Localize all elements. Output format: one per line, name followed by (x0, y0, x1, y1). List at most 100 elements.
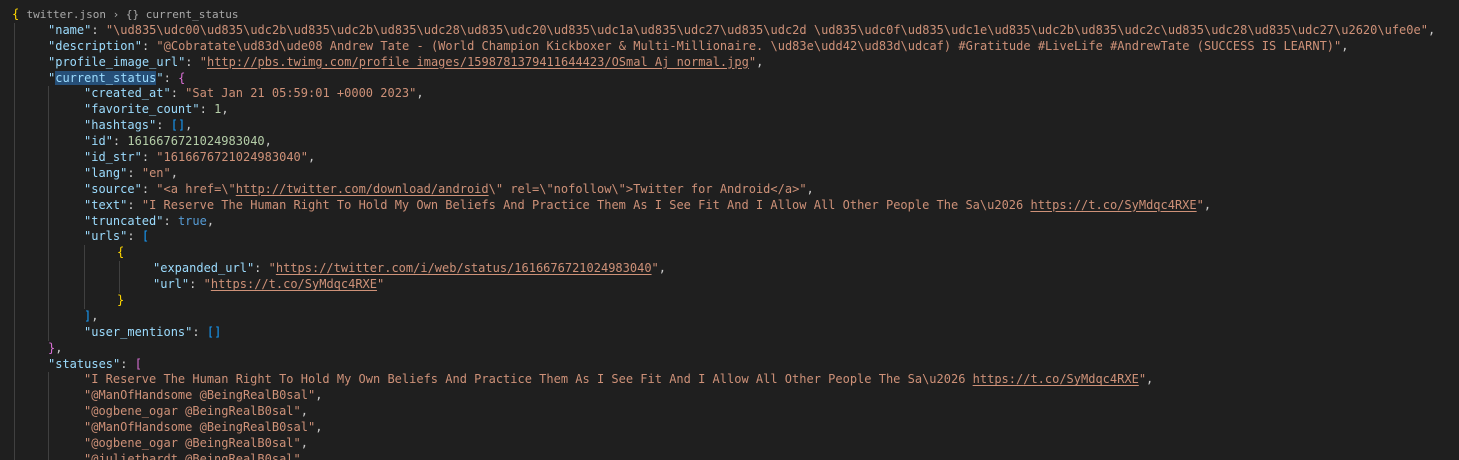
code-line[interactable]: ], (0, 308, 1459, 325)
code-line[interactable]: "@juliethardt @BeingRealB0sal", (0, 451, 1459, 460)
indent-guide (14, 70, 15, 87)
code-line[interactable]: "I Reserve The Human Right To Hold My Ow… (0, 372, 1459, 389)
json-key: id (91, 134, 106, 149)
indent-guide (84, 245, 85, 262)
indent-guide (14, 404, 15, 421)
code-line[interactable]: "description": "@Cobratate\ud83d\ude08 A… (0, 38, 1459, 55)
bracket-open: [ (134, 356, 142, 371)
code-line[interactable]: "url": "https://t.co/SyMdqc4RXE" (0, 277, 1459, 294)
indent-guide (48, 213, 49, 230)
status-item: I Reserve The Human Right To Hold My Own… (91, 372, 973, 387)
code-line[interactable]: { (0, 245, 1459, 262)
json-value: Sat Jan 21 05:59:01 +0000 2023 (192, 86, 410, 101)
indent-guide (14, 86, 15, 103)
url-link[interactable]: http://pbs.twimg.com/profile_images/1598… (207, 55, 749, 69)
indent-guide (48, 451, 49, 460)
code-lines[interactable]: { "name": "\ud835\udc00\ud835\udc2b\ud83… (0, 7, 1459, 460)
code-line[interactable]: "urls": [ (0, 229, 1459, 246)
json-key: user_mentions (91, 324, 186, 339)
url-link[interactable]: https://twitter.com/i/web/status/1616676… (276, 261, 652, 275)
indent-guide (14, 229, 15, 246)
code-line[interactable]: "created_at": "Sat Jan 21 05:59:01 +0000… (0, 86, 1459, 103)
code-line[interactable]: "id_str": "1616676721024983040", (0, 150, 1459, 166)
indent-guide (14, 340, 15, 357)
indent-guide (14, 165, 15, 182)
json-key: profile_image_url (55, 54, 179, 69)
code-line[interactable]: "@ManOfHandsome @BeingRealB0sal", (0, 420, 1459, 437)
code-line[interactable]: "@ManOfHandsome @BeingRealB0sal", (0, 388, 1459, 405)
json-key: urls (91, 229, 121, 244)
indent-guide (48, 436, 49, 452)
json-key: statuses (55, 356, 114, 371)
status-item: @ManOfHandsome @BeingRealB0sal (91, 388, 308, 403)
code-line[interactable]: "user_mentions": [] (0, 324, 1459, 341)
indent-guide (48, 165, 49, 182)
indent-guide (14, 436, 15, 452)
indent-guide (48, 277, 49, 294)
code-line[interactable]: { (0, 7, 1459, 23)
code-line[interactable]: "text": "I Reserve The Human Right To Ho… (0, 197, 1459, 214)
code-line[interactable]: "@ogbene_ogar @BeingRealB0sal", (0, 404, 1459, 421)
json-key: source (91, 181, 135, 196)
json-value: \" rel=\"nofollow\">Twitter for Android<… (488, 181, 800, 196)
indent-guide (48, 118, 49, 135)
indent-guide (14, 38, 15, 55)
indent-guide (14, 213, 15, 230)
code-line[interactable]: "favorite_count": 1, (0, 102, 1459, 119)
code-line[interactable]: "hashtags": [], (0, 118, 1459, 135)
indent-guide (14, 261, 15, 278)
indent-guide (48, 308, 49, 325)
url-link[interactable]: https://t.co/SyMdqc4RXE (211, 277, 377, 291)
indent-guide (14, 245, 15, 262)
url-link[interactable]: https://t.co/SyMdqc4RXE (973, 372, 1139, 386)
url-link[interactable]: http://twitter.com/download/android (236, 182, 489, 196)
json-value: 1616676721024983040 (163, 150, 301, 165)
indent-guide (14, 102, 15, 119)
code-line[interactable]: "source": "<a href=\"http://twitter.com/… (0, 181, 1459, 198)
indent-guide (14, 372, 15, 389)
indent-guide (48, 134, 49, 151)
code-line[interactable]: "truncated": true, (0, 213, 1459, 230)
indent-guide (14, 388, 15, 405)
status-item: @ogbene_ogar @BeingRealB0sal (91, 436, 294, 451)
code-line[interactable]: "statuses": [ (0, 356, 1459, 373)
code-line[interactable]: "expanded_url": "https://twitter.com/i/w… (0, 261, 1459, 278)
indent-guide (48, 86, 49, 103)
code-line[interactable]: "@ogbene_ogar @BeingRealB0sal", (0, 436, 1459, 452)
indent-guide (48, 245, 49, 262)
status-item: @ManOfHandsome @BeingRealB0sal (91, 420, 308, 435)
code-line[interactable]: "id": 1616676721024983040, (0, 134, 1459, 151)
code-editor[interactable]: twitter.json › {} current_status { "name… (0, 0, 1459, 460)
empty-array: [] (170, 118, 186, 133)
code-line[interactable]: "current_status": { (0, 70, 1459, 87)
empty-array: [] (206, 324, 222, 339)
status-item: @juliethardt @BeingRealB0sal (91, 451, 294, 460)
json-key: expanded_url (160, 261, 247, 276)
code-line[interactable]: } (0, 293, 1459, 309)
indent-guide (48, 388, 49, 405)
indent-guide (14, 451, 15, 460)
url-link[interactable]: https://t.co/SyMdqc4RXE (1030, 198, 1196, 212)
json-value: <a href=\" (163, 181, 236, 196)
json-key: id_str (91, 150, 135, 165)
json-value: en (149, 165, 164, 180)
json-key: favorite_count (91, 102, 193, 117)
code-line[interactable]: }, (0, 340, 1459, 357)
indent-guide (14, 118, 15, 135)
indent-guide (48, 293, 49, 309)
indent-guide (48, 150, 49, 166)
code-line[interactable]: "lang": "en", (0, 165, 1459, 182)
indent-guide (14, 54, 15, 71)
indent-guide (84, 293, 85, 309)
code-line[interactable]: "profile_image_url": "http://pbs.twimg.c… (0, 54, 1459, 71)
brace-open: { (117, 245, 125, 260)
bracket-open: [ (141, 229, 150, 244)
breadcrumb[interactable]: twitter.json › {} current_status (0, 0, 239, 21)
code-line[interactable]: "name": "\ud835\udc00\ud835\udc2b\ud835\… (0, 22, 1459, 39)
json-value: \ud835\udc00\ud835\udc2b\ud835\udc2b\ud8… (113, 22, 1421, 37)
indent-guide (119, 261, 120, 278)
indent-guide (84, 261, 85, 278)
indent-guide (48, 229, 49, 246)
selected-key[interactable]: current_status (55, 70, 157, 85)
json-key: text (91, 197, 121, 212)
